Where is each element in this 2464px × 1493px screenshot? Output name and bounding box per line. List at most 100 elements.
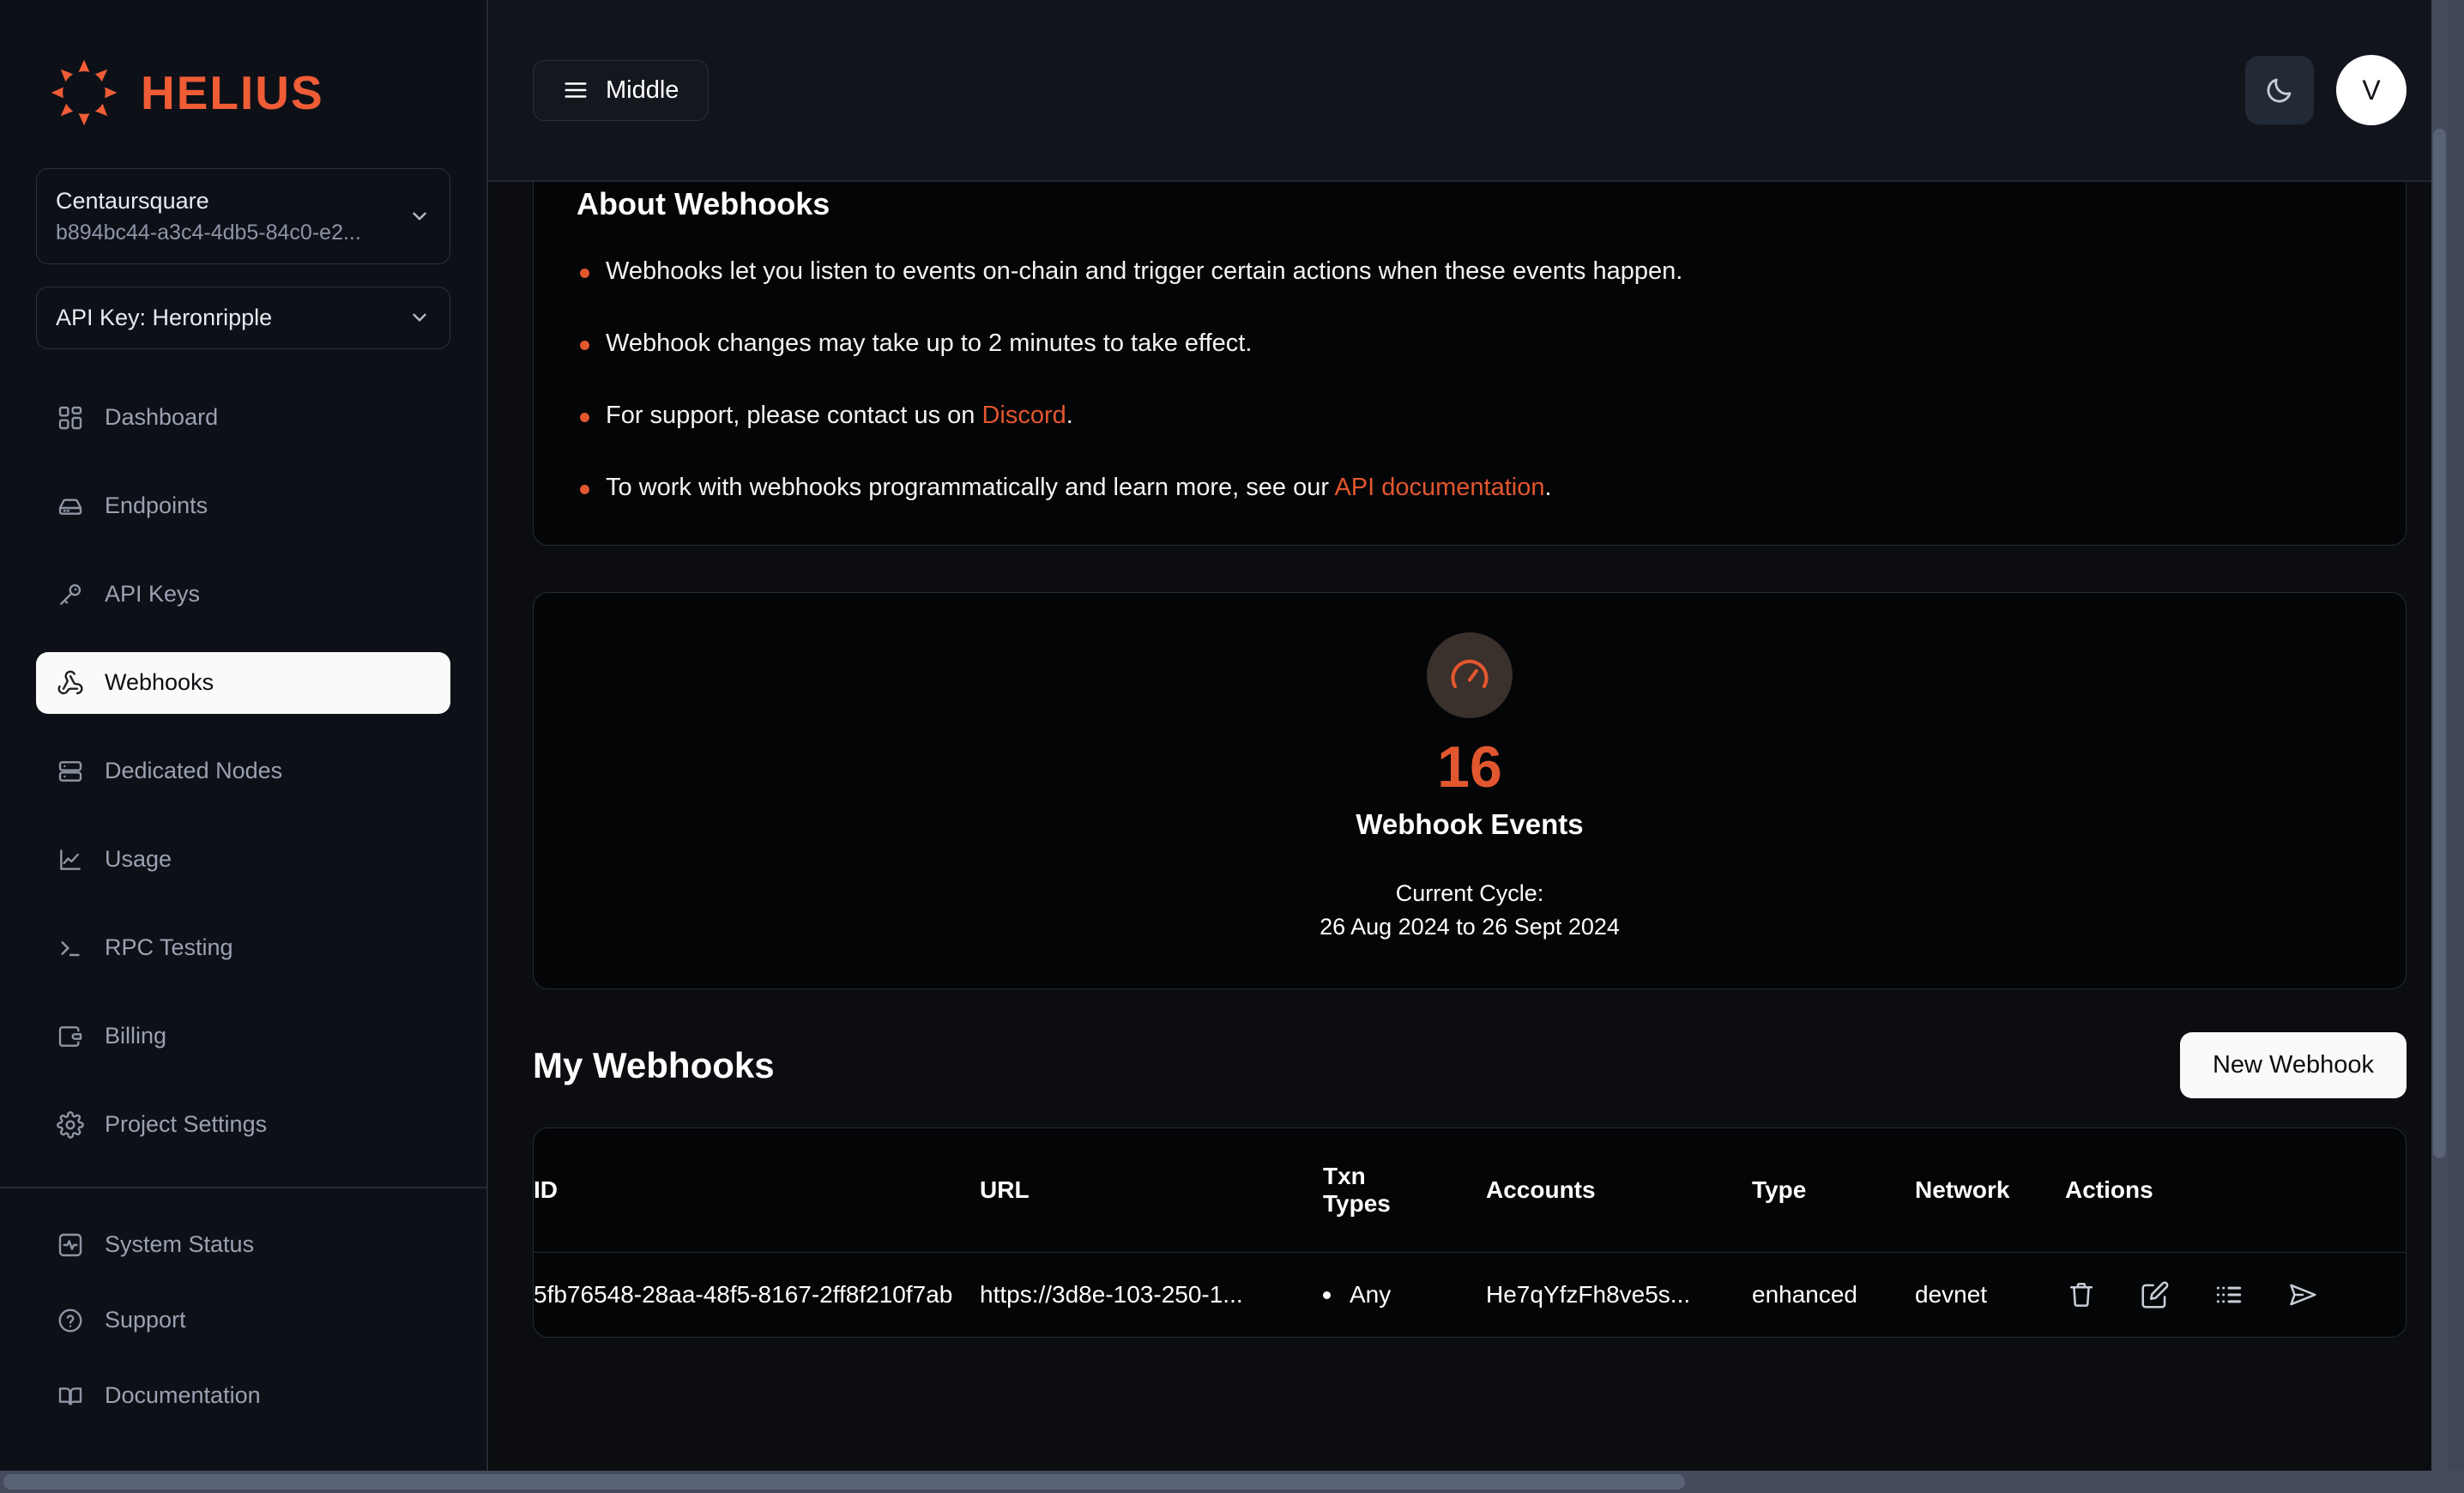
grid-dashboard-icon <box>57 404 84 432</box>
sidebar-item-label: Dashboard <box>105 404 219 431</box>
sidebar-selectors: Centaursquare b894bc44-a3c4-4db5-84c0-e2… <box>0 141 486 372</box>
list-item: Webhooks let you listen to events on-cha… <box>577 255 2363 288</box>
edit-icon[interactable] <box>2139 1278 2171 1311</box>
brand-name: HELIUS <box>141 65 324 119</box>
project-selector[interactable]: Centaursquare b894bc44-a3c4-4db5-84c0-e2… <box>36 168 450 265</box>
table-body: 5fb76548-28aa-48f5-8167-2ff8f210f7ab htt… <box>534 1253 2406 1338</box>
sidebar-nav: Dashboard Endpoints API Keys Webhooks De… <box>0 372 486 1182</box>
list-icon[interactable] <box>2213 1278 2245 1311</box>
sidebar-item-dashboard[interactable]: Dashboard <box>36 387 450 449</box>
list-item: To work with webhooks programmatically a… <box>577 471 2363 505</box>
sidebar-item-label: Endpoints <box>105 493 208 519</box>
vertical-scrollbar-thumb[interactable] <box>2433 129 2446 1158</box>
webhooks-table: ID URL Txn Types Accounts Type Network A… <box>534 1128 2406 1337</box>
about-title: About Webhooks <box>577 186 830 221</box>
txn-types-line1: Txn <box>1323 1163 1366 1190</box>
theme-toggle-button[interactable] <box>2245 56 2314 124</box>
txn-type-value: Any <box>1350 1281 1392 1309</box>
topbar-actions: V <box>2245 55 2407 125</box>
cell-accounts: He7qYfzFh8ve5s... <box>1486 1281 1691 1309</box>
bullet-dot-icon <box>1323 1291 1331 1299</box>
server-stack-icon <box>57 758 84 785</box>
sidebar-item-label: System Status <box>105 1231 255 1258</box>
menu-toggle-button[interactable]: Middle <box>533 59 710 121</box>
column-header-accounts: Accounts <box>1486 1128 1752 1254</box>
sidebar-item-dedicated-nodes[interactable]: Dedicated Nodes <box>36 740 450 802</box>
table-row[interactable]: 5fb76548-28aa-48f5-8167-2ff8f210f7ab htt… <box>534 1253 2406 1338</box>
horizontal-scrollbar-thumb[interactable] <box>3 1474 1685 1490</box>
sidebar-item-label: Webhooks <box>105 669 214 696</box>
cell-network: devnet <box>1915 1281 1988 1309</box>
sidebar-item-endpoints[interactable]: Endpoints <box>36 475 450 537</box>
sidebar-item-billing[interactable]: Billing <box>36 1006 450 1067</box>
gauge-badge <box>1427 632 1513 718</box>
hamburger-menu-icon <box>563 77 589 103</box>
avatar[interactable]: V <box>2336 55 2407 125</box>
cell-type: enhanced <box>1752 1281 1858 1309</box>
line-chart-icon <box>57 846 84 873</box>
project-name: Centaursquare <box>56 188 209 214</box>
menu-toggle-label: Middle <box>606 76 679 104</box>
webhook-events-stat-card: 16 Webhook Events Current Cycle: 26 Aug … <box>533 591 2407 990</box>
content-scroll-area[interactable]: About Webhooks Webhooks let you listen t… <box>488 182 2448 1471</box>
list-item: Webhook changes may take up to 2 minutes… <box>577 327 2363 360</box>
chevron-down-icon <box>408 205 431 227</box>
webhooks-table-card: ID URL Txn Types Accounts Type Network A… <box>533 1127 2407 1339</box>
chevron-down-icon <box>408 306 431 329</box>
gauge-speedometer-icon <box>1447 653 1492 698</box>
about-bullet-list: Webhooks let you listen to events on-cha… <box>577 255 2363 505</box>
vertical-scrollbar[interactable] <box>2431 0 2448 1471</box>
activity-square-icon <box>57 1231 84 1259</box>
column-header-url: URL <box>980 1128 1323 1254</box>
cycle-label: Current Cycle: <box>1395 879 1544 906</box>
sidebar-item-label: Billing <box>105 1023 167 1049</box>
cell-actions <box>2065 1253 2406 1338</box>
sidebar-item-webhooks[interactable]: Webhooks <box>36 651 450 714</box>
delete-icon[interactable] <box>2065 1278 2098 1311</box>
sidebar-item-documentation[interactable]: Documentation <box>36 1365 450 1427</box>
txn-types-line2: Types <box>1323 1190 1391 1218</box>
key-icon <box>57 581 84 608</box>
brand-logo[interactable]: HELIUS <box>0 45 486 141</box>
webhook-events-count: 16 <box>1437 734 1502 800</box>
discord-link[interactable]: Discord <box>981 402 1066 429</box>
server-endpoint-icon <box>57 493 84 520</box>
gear-icon <box>57 1110 84 1139</box>
column-header-network: Network <box>1915 1128 2065 1254</box>
sidebar-item-label: Support <box>105 1307 186 1333</box>
sidebar-item-system-status[interactable]: System Status <box>36 1214 450 1276</box>
table-header: ID URL Txn Types Accounts Type Network A… <box>534 1128 2406 1254</box>
horizontal-scrollbar[interactable] <box>0 1471 2464 1493</box>
sidebar-nav-secondary: System Status Support Documentation <box>0 1214 486 1441</box>
api-documentation-link[interactable]: API documentation <box>1334 474 1544 501</box>
cell-txn-types: Any <box>1323 1253 1486 1338</box>
avatar-initial: V <box>2362 74 2381 106</box>
webhook-events-label: Webhook Events <box>1356 807 1584 840</box>
api-key-selector[interactable]: API Key: Heronripple <box>36 287 450 349</box>
new-webhook-button[interactable]: New Webhook <box>2179 1032 2407 1099</box>
question-circle-icon <box>57 1307 84 1334</box>
bullet-suffix: . <box>1544 474 1552 502</box>
send-icon[interactable] <box>2286 1278 2319 1311</box>
page-title: My Webhooks <box>533 1044 775 1085</box>
sidebar-item-api-keys[interactable]: API Keys <box>36 564 450 626</box>
topbar: Middle V <box>488 0 2448 182</box>
bullet-text: Webhook changes may take up to 2 minutes… <box>606 329 1253 358</box>
sidebar-item-support[interactable]: Support <box>36 1290 450 1351</box>
sidebar-item-label: API Keys <box>105 581 201 607</box>
sidebar-item-usage[interactable]: Usage <box>36 829 450 891</box>
webhook-icon <box>57 669 84 697</box>
terminal-icon <box>57 934 84 962</box>
sidebar-item-label: Dedicated Nodes <box>105 758 283 784</box>
sidebar: HELIUS Centaursquare b894bc44-a3c4-4db5-… <box>0 0 488 1471</box>
sidebar-item-label: Usage <box>105 846 172 873</box>
book-open-icon <box>57 1382 84 1410</box>
sidebar-item-project-settings[interactable]: Project Settings <box>36 1094 450 1156</box>
sidebar-item-rpc-testing[interactable]: RPC Testing <box>36 917 450 979</box>
cell-id: 5fb76548-28aa-48f5-8167-2ff8f210f7ab <box>534 1281 953 1309</box>
cycle-range: 26 Aug 2024 to 26 Sept 2024 <box>1320 914 1620 940</box>
moon-icon <box>2264 75 2295 106</box>
project-id: b894bc44-a3c4-4db5-84c0-e2... <box>56 220 361 245</box>
sidebar-divider <box>0 1186 486 1188</box>
sidebar-item-label: Documentation <box>105 1382 261 1409</box>
